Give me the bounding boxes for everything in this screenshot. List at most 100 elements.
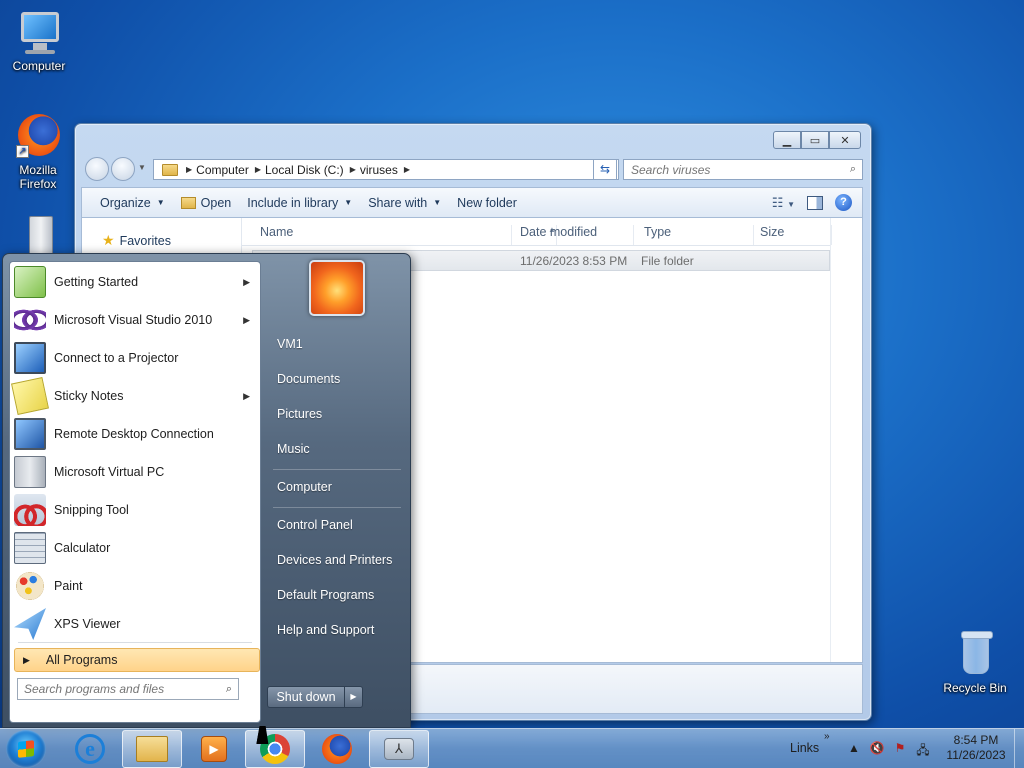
close-button[interactable]: ✕: [829, 131, 861, 149]
open-button[interactable]: Open: [173, 188, 240, 217]
caption-buttons: ▁ ▭ ✕: [773, 131, 861, 149]
back-button[interactable]: [85, 157, 109, 181]
program-xps-viewer[interactable]: XPS Viewer: [14, 606, 258, 642]
start-link-pictures[interactable]: Pictures: [269, 399, 403, 429]
chevron-double-right-icon[interactable]: »: [824, 731, 830, 742]
submenu-arrow-icon[interactable]: ▶: [243, 277, 250, 288]
links-toolbar[interactable]: Links: [790, 741, 819, 755]
scrollbar[interactable]: [830, 218, 862, 662]
new-folder-button[interactable]: New folder: [449, 188, 525, 217]
share-with-button[interactable]: Share with ▼: [360, 188, 449, 217]
program-label: Paint: [54, 579, 83, 593]
network-icon[interactable]: 🖧: [915, 741, 931, 762]
maximize-button[interactable]: ▭: [801, 131, 829, 149]
taskbar-chrome[interactable]: [245, 730, 305, 768]
taskbar-visual-studio[interactable]: ⅄: [369, 730, 429, 768]
clock-time: 8:54 PM: [953, 733, 999, 747]
breadcrumb-local-disk[interactable]: Local Disk (C:): [263, 163, 348, 177]
folder-icon: [162, 163, 178, 176]
breadcrumb-separator-icon[interactable]: ▶: [184, 165, 194, 174]
column-size[interactable]: Size: [750, 225, 832, 245]
chevron-down-icon: ▼: [344, 198, 353, 207]
column-date-modified[interactable]: Date modified: [510, 225, 634, 245]
program-remote-desktop[interactable]: Remote Desktop Connection: [14, 416, 258, 452]
minimize-button[interactable]: ▁: [773, 131, 801, 149]
divider: [273, 507, 401, 508]
column-type[interactable]: Type: [634, 225, 754, 245]
refresh-button[interactable]: ⇆: [593, 159, 617, 180]
breadcrumb-separator-icon[interactable]: ▶: [253, 165, 263, 174]
search-box[interactable]: ⌕: [623, 159, 863, 180]
volume-muted-icon[interactable]: 🔇: [869, 741, 885, 762]
help-icon[interactable]: ?: [835, 194, 852, 211]
breadcrumb-computer[interactable]: Computer: [194, 163, 253, 177]
recent-pages-chevron-icon[interactable]: ▼: [138, 163, 146, 172]
start-link-control-panel[interactable]: Control Panel: [269, 510, 403, 540]
close-icon: ✕: [840, 134, 850, 147]
desktop-icon-firefox[interactable]: ↗ Mozilla Firefox: [0, 112, 76, 191]
taskbar-windows-explorer[interactable]: [122, 730, 182, 768]
start-link-documents[interactable]: Documents: [269, 364, 403, 394]
chevron-right-icon: ▶: [350, 692, 357, 701]
breadcrumb-separator-icon[interactable]: ▶: [348, 165, 358, 174]
search-icon[interactable]: ⌕: [850, 163, 856, 176]
program-connect-projector[interactable]: Connect to a Projector: [14, 340, 258, 376]
preview-pane-icon[interactable]: [807, 195, 823, 210]
start-search-input[interactable]: [18, 679, 238, 699]
program-calculator[interactable]: Calculator: [14, 530, 258, 566]
taskbar-internet-explorer[interactable]: e: [60, 730, 120, 768]
shutdown-button[interactable]: Shut down: [267, 686, 345, 708]
taskbar-firefox[interactable]: [307, 730, 367, 768]
start-link-computer[interactable]: Computer: [269, 472, 403, 502]
address-bar[interactable]: ▶ Computer ▶ Local Disk (C:) ▶ viruses ▶…: [153, 159, 619, 180]
user-avatar[interactable]: [309, 260, 365, 316]
action-center-icon[interactable]: ⚑: [892, 741, 908, 762]
taskbar-media-player[interactable]: ▶: [184, 730, 244, 768]
program-label: Calculator: [54, 541, 111, 555]
start-link-vm1[interactable]: VM1: [269, 329, 403, 359]
calculator-icon: [14, 532, 46, 564]
clock-date: 11/26/2023: [946, 748, 1006, 762]
start-button[interactable]: [6, 730, 46, 768]
start-search-box[interactable]: ⌕: [17, 678, 239, 700]
computer-icon: [15, 8, 63, 56]
start-link-music[interactable]: Music: [269, 434, 403, 464]
search-icon[interactable]: ⌕: [226, 683, 232, 696]
program-visual-studio[interactable]: Microsoft Visual Studio 2010 ▶: [14, 302, 258, 338]
breadcrumb-separator-icon[interactable]: ▶: [402, 165, 412, 174]
start-menu: Getting Started ▶ Microsoft Visual Studi…: [2, 253, 411, 728]
show-desktop-button[interactable]: [1014, 729, 1024, 768]
row-date-modified: 11/26/2023 8:53 PM: [520, 254, 628, 268]
system-clock[interactable]: 8:54 PM 11/26/2023: [938, 733, 1014, 763]
open-folder-icon: [180, 196, 196, 209]
all-programs-button[interactable]: ▶ All Programs: [14, 648, 260, 672]
submenu-arrow-icon[interactable]: ▶: [243, 315, 250, 326]
nav-favorites[interactable]: ★ Favorites: [102, 232, 171, 249]
toolbar-right: ☷ ▼ ?: [772, 194, 862, 211]
start-link-default-programs[interactable]: Default Programs: [269, 580, 403, 610]
desktop-icon-recycle-bin[interactable]: Recycle Bin: [936, 630, 1014, 695]
change-view-icon[interactable]: ☷ ▼: [772, 195, 795, 211]
include-in-library-button[interactable]: Include in library ▼: [239, 188, 360, 217]
desktop-icon-computer[interactable]: Computer: [0, 8, 78, 73]
program-label: Connect to a Projector: [54, 351, 179, 365]
start-link-help-support[interactable]: Help and Support: [269, 615, 403, 645]
program-getting-started[interactable]: Getting Started ▶: [14, 264, 258, 300]
share-with-label: Share with: [368, 195, 428, 210]
column-name[interactable]: Name: [250, 225, 512, 245]
search-input[interactable]: [624, 160, 862, 179]
program-virtual-pc[interactable]: Microsoft Virtual PC: [14, 454, 258, 490]
show-hidden-icons-icon[interactable]: ▲: [846, 741, 862, 762]
program-snipping-tool[interactable]: Snipping Tool: [14, 492, 258, 528]
divider: [273, 469, 401, 470]
divider: [18, 642, 252, 643]
organize-button[interactable]: Organize ▼: [92, 188, 173, 217]
firefox-icon: [322, 734, 352, 764]
shutdown-options-button[interactable]: ▶: [345, 686, 363, 708]
submenu-arrow-icon[interactable]: ▶: [243, 391, 250, 402]
program-paint[interactable]: Paint: [14, 568, 258, 604]
breadcrumb-viruses[interactable]: viruses: [358, 163, 402, 177]
program-sticky-notes[interactable]: Sticky Notes ▶: [11, 377, 258, 415]
start-link-devices-printers[interactable]: Devices and Printers: [269, 545, 403, 575]
forward-button[interactable]: [111, 157, 135, 181]
